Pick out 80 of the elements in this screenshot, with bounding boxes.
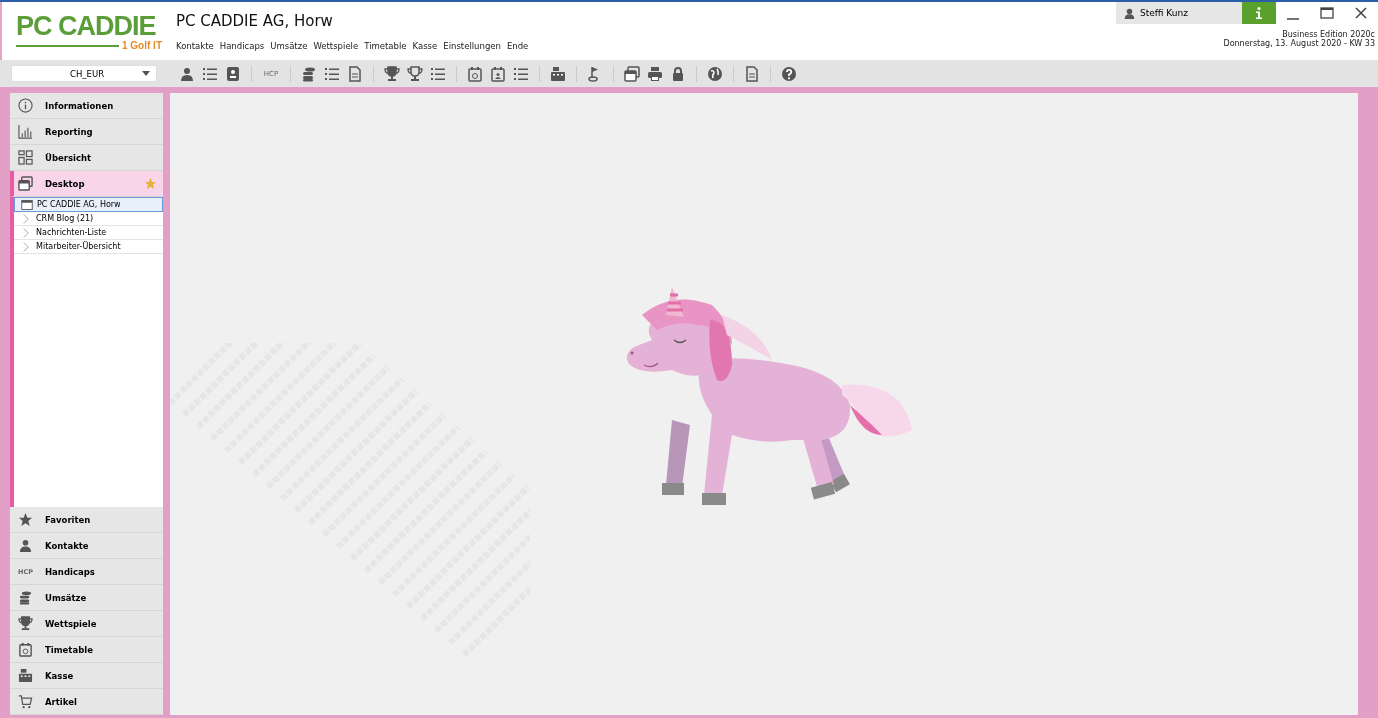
sidebar-item[interactable]: Reporting [10,119,163,145]
person-icon [18,538,33,553]
sidebar-item[interactable]: Artikel [10,689,163,715]
grid-icon [18,150,33,165]
info-icon [18,98,33,113]
menu-item[interactable]: Umsätze [270,41,308,51]
user-name: Steffi Kunz [1140,8,1188,18]
tree-item[interactable]: CRM Blog (21) [14,212,163,226]
list-icon [324,65,340,82]
sidebar-item[interactable]: Kasse [10,663,163,689]
cash-register-icon [550,65,566,82]
sidebar-item[interactable]: Kontakte [10,533,163,559]
toolbar-button[interactable] [225,64,241,83]
toolbar-button[interactable] [624,64,640,83]
info-icon [1255,7,1263,19]
person-icon [1124,7,1135,19]
trophy-icon [407,65,423,82]
windows-icon [18,176,33,191]
lock-icon [670,65,686,82]
star-icon [18,512,33,527]
menu-item[interactable]: Kontakte [176,41,214,51]
document-icon [744,65,760,82]
coins-icon [301,65,317,82]
tree-item[interactable]: Mitarbeiter-Übersicht [14,240,163,254]
list-icon [430,65,446,82]
cash-register-icon [18,668,33,683]
printer-icon [647,65,663,82]
user-panel[interactable]: Steffi Kunz [1116,2,1242,24]
list-icon [513,65,529,82]
contact-card-icon [225,65,241,82]
sidebar-item[interactable]: Timetable [10,637,163,663]
sidebar-item[interactable]: Informationen [10,93,163,119]
sidebar-item[interactable]: Umsätze [10,585,163,611]
menu-item[interactable]: Handicaps [219,41,265,51]
close-icon [1354,6,1368,20]
toolbar-button[interactable] [407,64,423,83]
tree-item[interactable]: PC CADDIE AG, Horw [14,197,163,212]
person-icon [179,65,195,82]
minimize-icon [1287,18,1299,20]
tree-item[interactable]: Nachrichten-Liste [14,226,163,240]
edition-label: Business Edition 2020c [1282,30,1376,39]
toolbar-button[interactable] [647,64,663,83]
window-icon [21,198,33,211]
toolbar-button[interactable] [781,64,797,83]
cart-icon [18,694,33,709]
document-icon [347,65,363,82]
bar-chart-icon [18,124,33,139]
menu-item[interactable]: Kasse [412,41,438,51]
toolbar-button[interactable] [467,64,483,83]
star-icon[interactable] [144,177,157,190]
calendar-icon [490,65,506,82]
windows-icon [624,65,640,82]
trophy-icon [384,65,400,82]
info-button[interactable] [1242,2,1276,24]
maximize-icon [1320,6,1334,20]
calendar-icon [18,642,33,657]
caret-icon [142,71,150,76]
toolbar-button[interactable] [490,64,506,83]
sidebar-item[interactable]: Desktop [10,171,163,197]
trophy-icon [18,616,33,631]
menu-item[interactable]: Ende [506,41,529,51]
menu-item[interactable]: Wettspiele [313,41,359,51]
toolbar-button[interactable] [384,64,400,83]
help-icon [781,65,797,82]
sidebar-item[interactable]: Übersicht [10,145,163,171]
toolbar-button[interactable] [347,64,363,83]
calendar-icon [467,65,483,82]
menu-item[interactable]: Einstellungen [443,41,501,51]
sidebar-item[interactable]: Wettspiele [10,611,163,637]
list-icon [202,65,218,82]
window-title: PC CADDIE AG, Horw [176,12,334,30]
toolbar-button[interactable] [744,64,760,83]
currency-dropdown[interactable]: CH_EUR [11,65,157,82]
menu-item[interactable]: Timetable [364,41,407,51]
coins-icon [18,590,33,605]
toolbar-button[interactable] [550,64,566,83]
date-label: Donnerstag, 13. August 2020 - KW 33 [1223,39,1376,48]
pc-caddie-logo: PC CADDIE 1 Golf IT [16,10,162,53]
toolbar-button[interactable] [670,64,686,83]
sidebar-item[interactable]: Favoriten [10,507,163,533]
